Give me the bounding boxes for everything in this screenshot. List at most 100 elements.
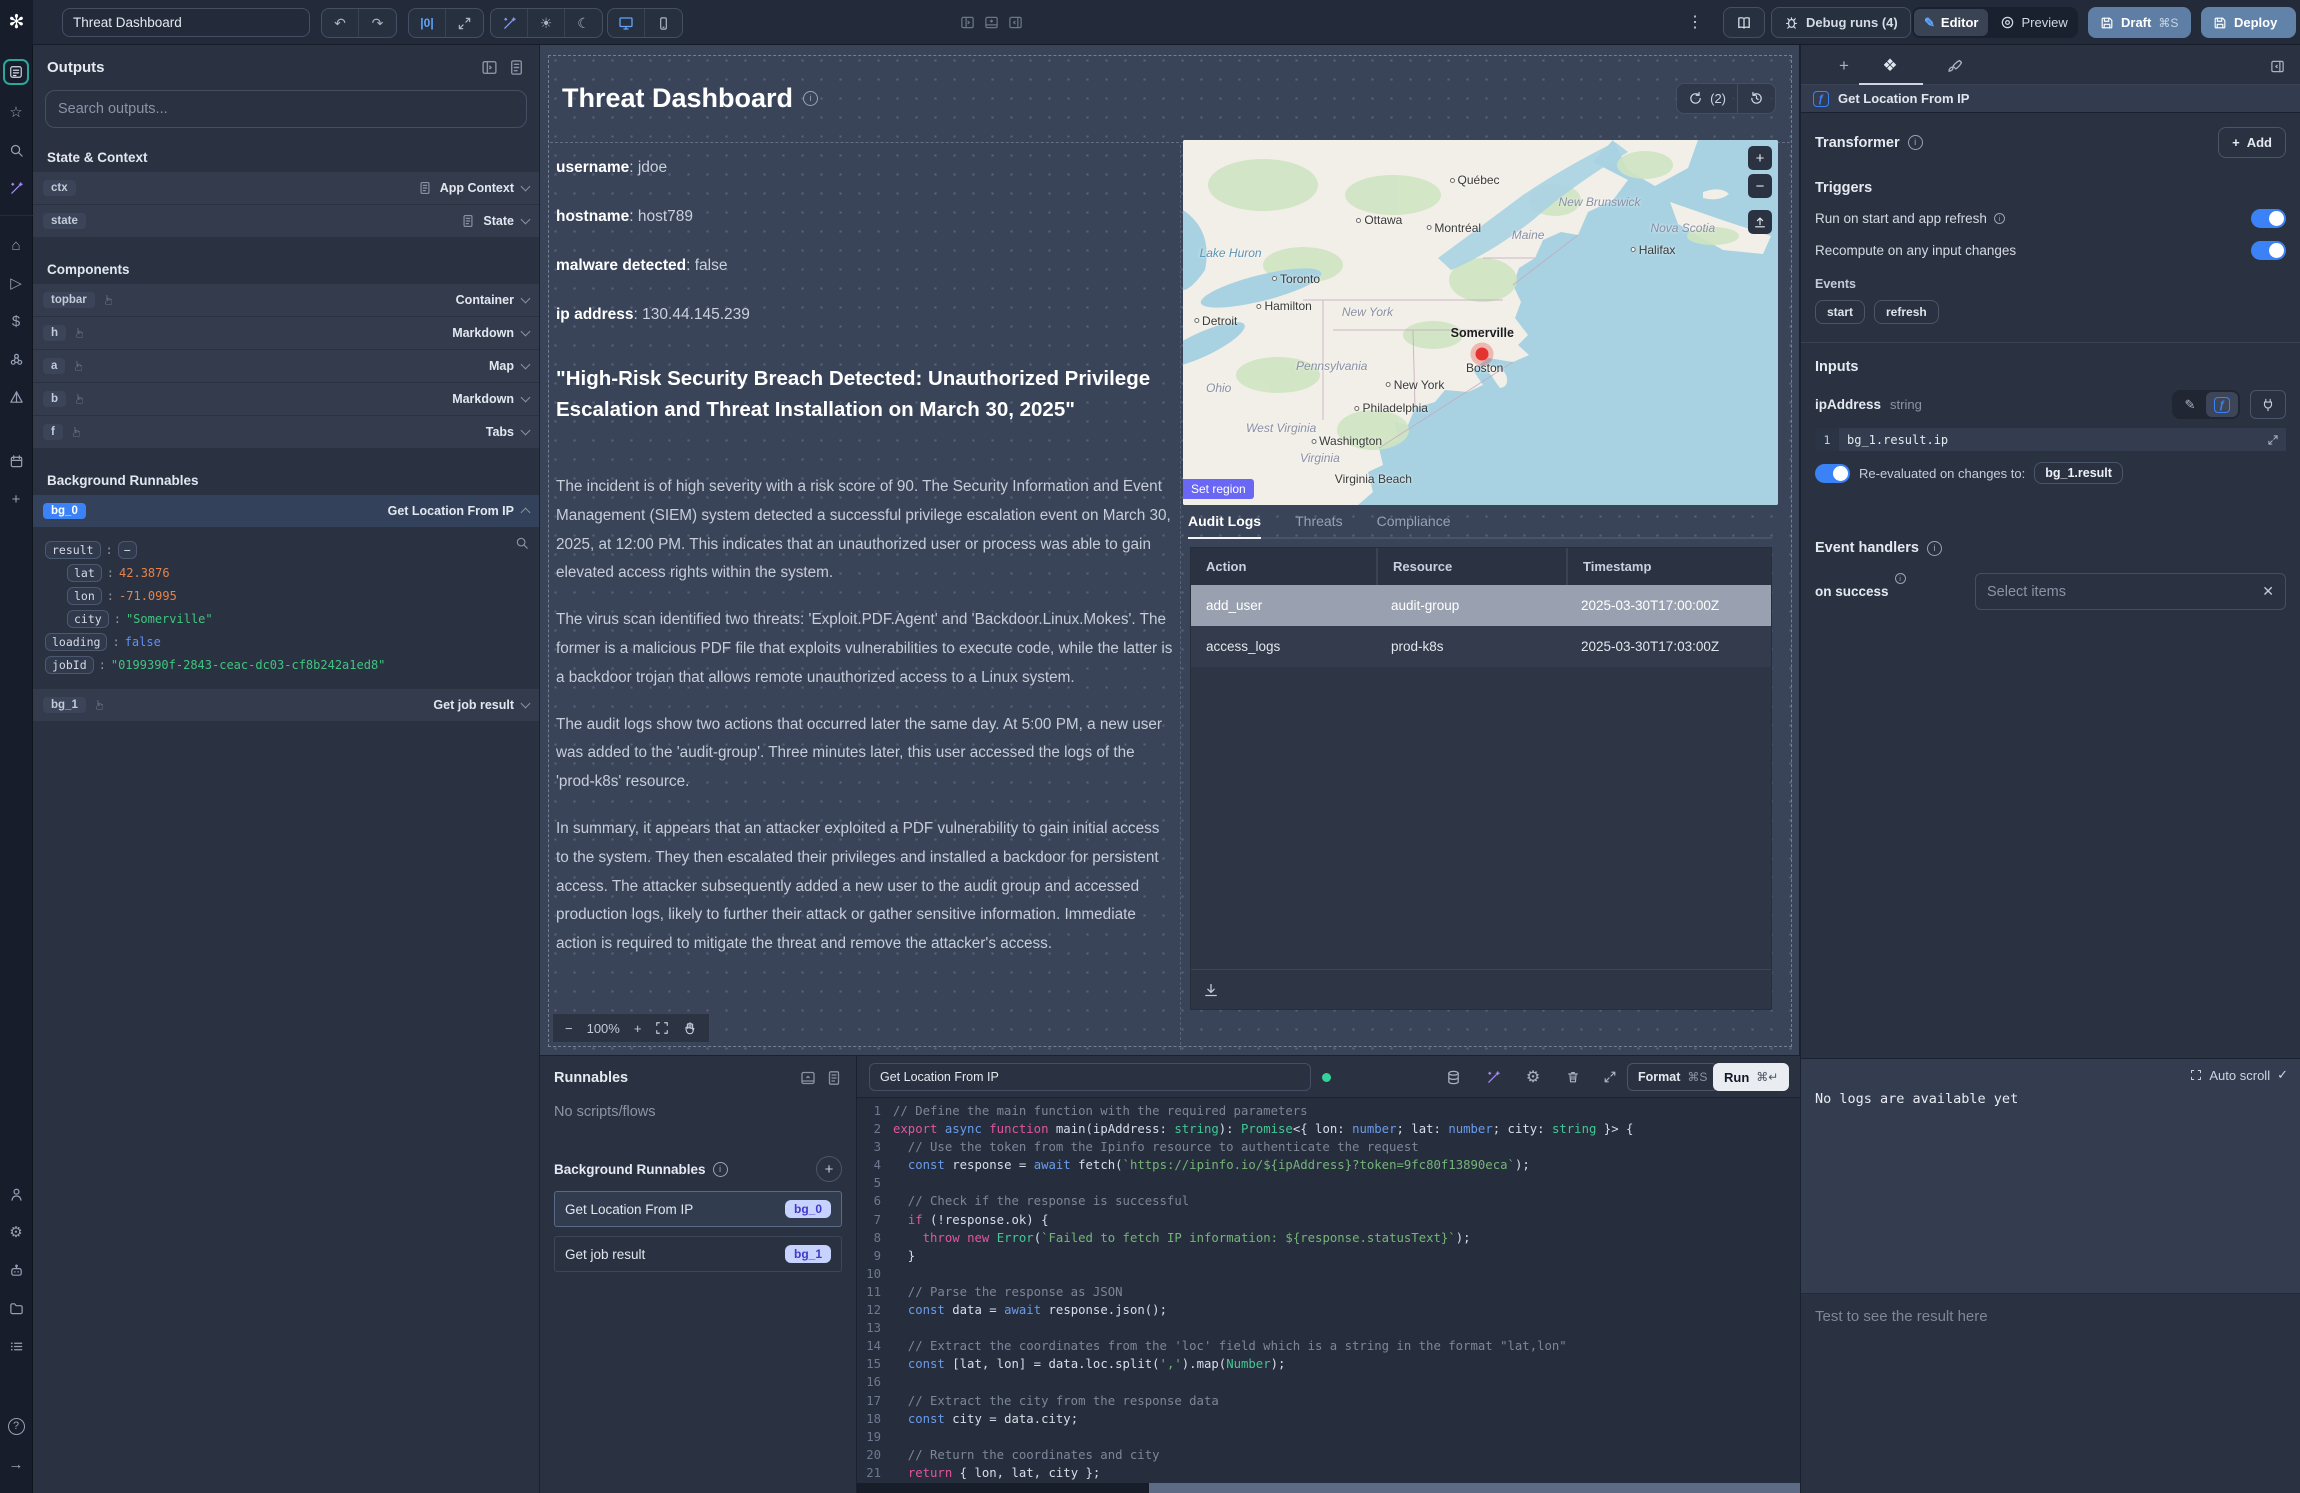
component-outline-icon[interactable]: |0| xyxy=(409,9,446,37)
collapse-bottom-icon[interactable] xyxy=(800,1070,816,1086)
ai-gen-icon[interactable] xyxy=(1480,1064,1506,1090)
chevron-down-icon[interactable] xyxy=(521,699,531,709)
user-nav-icon[interactable] xyxy=(0,1175,33,1213)
reeval-dependency-chip[interactable]: bg_1.result xyxy=(2034,462,2123,484)
code-line[interactable]: 14 // Extract the coordinates from the '… xyxy=(857,1337,1800,1355)
editor-settings-icon[interactable]: ⚙ xyxy=(1520,1064,1546,1090)
desktop-view-icon[interactable] xyxy=(608,9,645,37)
folders-nav-icon[interactable] xyxy=(0,1289,33,1327)
runnable-row-bg0[interactable]: bg_0 Get Location From IP xyxy=(33,495,539,528)
output-row-state[interactable]: state State xyxy=(33,205,539,238)
runs-nav-icon[interactable]: ▷ xyxy=(0,264,33,302)
code-area[interactable]: 1// Define the main function with the re… xyxy=(857,1098,1800,1493)
settings-tab-icon[interactable]: ❖ xyxy=(1877,53,1903,79)
component-row-topbar[interactable]: topbar☞ Container xyxy=(33,284,539,317)
code-line[interactable]: 2export async function main(ipAddress: s… xyxy=(857,1120,1800,1138)
static-mode-icon[interactable]: ✎ xyxy=(2174,392,2206,417)
style-tab-icon[interactable] xyxy=(1941,53,1967,79)
pan-hand-button[interactable] xyxy=(683,1021,697,1035)
code-line[interactable]: 3 // Use the token from the Ipinfo resou… xyxy=(857,1138,1800,1156)
expand-editor-icon[interactable] xyxy=(1597,1064,1623,1090)
expr-mode-icon[interactable]: ƒ xyxy=(2206,392,2238,417)
component-row-a[interactable]: a☞ Map xyxy=(33,350,539,383)
code-line[interactable]: 17 // Extract the city from the response… xyxy=(857,1392,1800,1410)
deploy-button[interactable]: Deploy xyxy=(2201,7,2296,38)
chevron-down-icon[interactable] xyxy=(521,294,531,304)
json-row-result[interactable]: result: − xyxy=(45,541,527,559)
redo-button[interactable]: ↷ xyxy=(359,9,396,37)
code-line[interactable]: 11 // Parse the response as JSON xyxy=(857,1283,1800,1301)
insert-tab-icon[interactable]: + xyxy=(1831,53,1857,79)
fit-view-button[interactable] xyxy=(655,1021,669,1035)
preview-tab[interactable]: Preview xyxy=(1990,9,2077,36)
help-nav-icon[interactable]: ? xyxy=(0,1407,33,1445)
editor-tab[interactable]: ✎ Editor xyxy=(1914,9,1988,36)
app-title-input[interactable] xyxy=(62,8,310,37)
logout-nav-icon[interactable]: → xyxy=(0,1445,33,1483)
runnable-name-input[interactable] xyxy=(869,1063,1311,1091)
home-nav-icon[interactable]: ⌂ xyxy=(0,226,33,264)
docs-button[interactable] xyxy=(1723,7,1765,38)
code-line[interactable]: 18 const city = data.city; xyxy=(857,1410,1800,1428)
zoom-in-button[interactable]: + xyxy=(634,1021,642,1036)
format-button[interactable]: Format ⌘S xyxy=(1627,1063,1718,1091)
collapse-right-icon[interactable] xyxy=(2264,53,2290,79)
markdown-fields-component[interactable]: username: jdoe hostname: host789 malware… xyxy=(556,159,1156,355)
draft-button[interactable]: Draft ⌘S xyxy=(2088,7,2191,38)
ai-nav-icon[interactable] xyxy=(0,169,33,207)
windmill-logo-icon[interactable]: ✻ xyxy=(0,0,33,45)
collapse-panel-icon[interactable] xyxy=(481,59,498,76)
doc-panel-icon[interactable] xyxy=(508,59,525,76)
doc-icon[interactable] xyxy=(826,1070,842,1086)
json-row-lat[interactable]: lat: 42.3876 xyxy=(45,564,527,582)
recompute-history-button[interactable] xyxy=(1738,84,1775,113)
app-canvas[interactable]: Threat Dashboard i (2) username: jdoe ho… xyxy=(540,45,1800,1055)
add-runnable-button[interactable]: + xyxy=(816,1156,842,1182)
ai-wand-icon[interactable] xyxy=(491,9,528,37)
auto-scroll-label[interactable]: Auto scroll xyxy=(2209,1068,2270,1083)
dark-mode-icon[interactable]: ☾ xyxy=(565,9,602,37)
expand-logs-icon[interactable] xyxy=(2190,1069,2202,1081)
json-row-loading[interactable]: loading: false xyxy=(45,633,527,651)
code-line[interactable]: 4 const response = await fetch(`https://… xyxy=(857,1156,1800,1174)
resources-nav-icon[interactable] xyxy=(0,340,33,378)
chevron-down-icon[interactable] xyxy=(521,327,531,337)
input-expression-row[interactable]: 1 bg_1.result.ip xyxy=(1815,428,2286,451)
code-line[interactable]: 21 return { lon, lat, city }; xyxy=(857,1464,1800,1482)
search-nav-icon[interactable] xyxy=(0,131,33,169)
run-button[interactable]: Run ⌘↵ xyxy=(1713,1063,1789,1091)
code-line[interactable]: 5 xyxy=(857,1174,1800,1192)
table-row[interactable]: access_logs prod-k8s 2025-03-30T17:03:00… xyxy=(1191,626,1771,667)
column-header-timestamp[interactable]: Timestamp xyxy=(1566,548,1771,585)
expand-expression-icon[interactable] xyxy=(2267,434,2279,446)
search-outputs-input[interactable] xyxy=(58,101,514,117)
runnable-item-bg0[interactable]: Get Location From IP bg_0 xyxy=(554,1191,842,1227)
event-chip-start[interactable]: start xyxy=(1815,300,1865,324)
code-line[interactable]: 13 xyxy=(857,1319,1800,1337)
more-options-icon[interactable]: ⋮ xyxy=(1685,12,1705,32)
logs-nav-icon[interactable] xyxy=(0,1327,33,1365)
code-line[interactable]: 6 // Check if the response is successful xyxy=(857,1192,1800,1210)
runnable-row-bg1[interactable]: bg_1☞ Get job result xyxy=(33,689,539,722)
light-mode-icon[interactable]: ☀ xyxy=(528,9,565,37)
star-nav-icon[interactable]: ☆ xyxy=(0,93,33,131)
code-line[interactable]: 7 if (!response.ok) { xyxy=(857,1211,1800,1229)
connect-plug-icon[interactable] xyxy=(2250,390,2286,419)
refresh-all-button[interactable]: (2) xyxy=(1677,84,1738,113)
json-row-lon[interactable]: lon: -71.0995 xyxy=(45,587,527,605)
column-header-resource[interactable]: Resource xyxy=(1376,548,1566,585)
code-line[interactable]: 19 xyxy=(857,1428,1800,1446)
database-icon[interactable] xyxy=(1440,1064,1466,1090)
toggle-right-panel-icon[interactable] xyxy=(1005,12,1025,32)
json-row-city[interactable]: city: "Somerville" xyxy=(45,610,527,628)
code-line[interactable]: 20 // Return the coordinates and city xyxy=(857,1446,1800,1464)
mobile-view-icon[interactable] xyxy=(645,9,682,37)
apps-nav-icon[interactable] xyxy=(3,59,29,85)
expand-canvas-icon[interactable] xyxy=(446,9,483,37)
component-row-h[interactable]: h☞ Markdown xyxy=(33,317,539,350)
map-zoom-out-button[interactable]: − xyxy=(1748,174,1772,198)
json-row-jobid[interactable]: jobId: "0199390f-2843-ceac-dc03-cf8b242a… xyxy=(45,656,527,674)
chevron-down-icon[interactable] xyxy=(521,360,531,370)
recompute-toggle[interactable] xyxy=(2251,241,2286,260)
tab-compliance[interactable]: Compliance xyxy=(1377,513,1451,539)
